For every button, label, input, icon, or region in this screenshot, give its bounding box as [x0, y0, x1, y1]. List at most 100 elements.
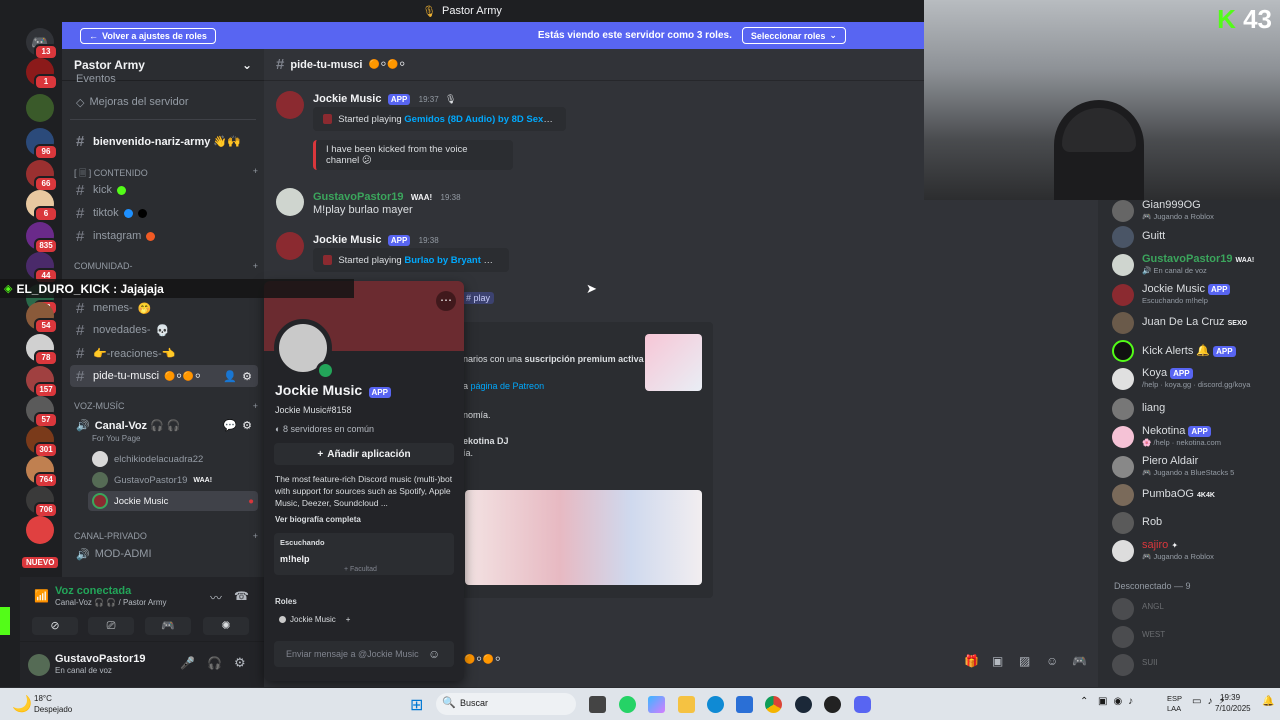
server-icon[interactable]: 66 — [26, 160, 58, 192]
member-item[interactable]: GustavoPastor19 WAA! 🔊 En canal de voz — [1112, 252, 1276, 278]
message-user-input[interactable]: Enviar mensaje a @Jockie Music ☺ — [274, 641, 454, 667]
apps-icon[interactable]: 🎮 — [1072, 654, 1087, 668]
server-icon[interactable]: 96 — [26, 128, 58, 160]
store-icon[interactable] — [736, 696, 753, 713]
gear-icon[interactable]: ⚙ — [242, 419, 252, 432]
windows-start-icon[interactable]: ⊞ — [410, 695, 423, 715]
chat-icon[interactable]: 💬 — [223, 419, 237, 432]
waveform-icon[interactable]: 〰 — [210, 589, 222, 606]
avatar[interactable] — [276, 188, 304, 216]
emoji-picker-icon[interactable]: ☺ — [428, 647, 440, 661]
add-role-icon[interactable]: + — [346, 615, 351, 624]
lang-1[interactable]: ESP — [1167, 694, 1182, 703]
select-roles-button[interactable]: Seleccionar roles ⌄ — [741, 27, 846, 44]
weather-icon[interactable]: 🌙 — [12, 694, 32, 714]
server-icon[interactable] — [26, 516, 54, 544]
avatar[interactable] — [28, 654, 50, 676]
server-icon[interactable]: 835 — [26, 222, 58, 254]
lang-2[interactable]: LAA — [1167, 704, 1181, 713]
member-item-offline[interactable]: SUII — [1112, 652, 1276, 678]
server-icon[interactable]: 54 — [26, 302, 58, 334]
gear-icon[interactable]: ⚙ — [234, 655, 246, 671]
avatar[interactable] — [276, 91, 304, 119]
channel-tiktok[interactable]: # tiktok — [70, 202, 258, 224]
file-explorer-icon[interactable] — [589, 696, 606, 713]
server-icon[interactable]: 764 — [26, 456, 58, 488]
channel-instagram[interactable]: # instagram — [70, 225, 258, 247]
discord-icon[interactable] — [854, 696, 871, 713]
server-icon[interactable]: 1 — [26, 58, 58, 90]
avatar[interactable] — [276, 232, 304, 260]
command-chip[interactable]: # play — [462, 292, 495, 304]
author-name[interactable]: Jockie Music — [313, 93, 381, 105]
tray-chevron-icon[interactable]: ⌃ — [1080, 696, 1088, 707]
gif-icon[interactable]: ▣ — [992, 654, 1003, 668]
member-item[interactable]: liang — [1112, 396, 1276, 422]
server-icon[interactable]: 301 — [26, 426, 58, 458]
channel-novedades[interactable]: # novedades- 💀 — [70, 319, 258, 341]
more-options-icon[interactable]: ⋯ — [436, 291, 456, 311]
channel-reaciones[interactable]: # 👉-reaciones-👈 — [70, 342, 258, 364]
server-icon[interactable] — [26, 94, 54, 122]
soundboard-button[interactable]: ✺ — [203, 617, 249, 635]
voice-channel-canal-voz[interactable]: 🔊 Canal-Voz 🎧 🎧 💬 ⚙ — [70, 414, 258, 436]
plus-icon[interactable]: + — [253, 531, 258, 541]
voice-user[interactable]: elchikiodelacuadra22 — [92, 449, 203, 469]
chat-input-bar[interactable]: 🟠⚪🟠⚪ 🎁 ▣ ▨ ☺ 🎮 — [462, 652, 1090, 674]
voice-user-active[interactable]: Jockie Music ● — [88, 491, 258, 511]
chrome-icon[interactable] — [765, 696, 782, 713]
folder-icon[interactable] — [678, 696, 695, 713]
member-item[interactable]: Piero Aldair 🎮 Jugando a BlueStacks 5 — [1112, 454, 1276, 480]
events-item[interactable]: Eventos — [70, 73, 258, 85]
clock-time[interactable]: 19:39 — [1220, 693, 1240, 702]
server-icon[interactable]: 6 — [26, 190, 58, 222]
member-item-offline[interactable]: WEST — [1112, 624, 1276, 650]
track-link[interactable]: Gemidos (8D Audio) by 8D Sexy Girls — [404, 114, 556, 125]
channel-pide-tu-musci[interactable]: # pide-tu-musci 🟠⚪🟠⚪ 👤 ⚙ — [70, 365, 258, 387]
member-item[interactable]: Nekotina APP 🌸 /help · nekotina.com — [1112, 424, 1276, 450]
bio-link[interactable]: Ver biografía completa — [275, 515, 361, 524]
server-icon[interactable]: 157 — [26, 366, 58, 398]
sticker-icon[interactable]: ▨ — [1019, 654, 1030, 668]
server-icon[interactable]: 78 — [26, 334, 58, 366]
taskbar-search[interactable]: 🔍 Buscar — [436, 693, 576, 715]
screen-share-button[interactable]: ⎚ — [88, 617, 134, 635]
obs-icon[interactable] — [824, 696, 841, 713]
member-item[interactable]: Juan De La Cruz SEXO — [1112, 310, 1276, 336]
member-item[interactable]: Gian999OG 🎮 Jugando a Roblox — [1112, 200, 1276, 224]
plus-icon[interactable]: + — [253, 261, 258, 271]
disconnect-icon[interactable]: ☎ — [234, 589, 249, 603]
boost-item[interactable]: ◇ Mejoras del servidor — [70, 91, 258, 113]
member-item[interactable]: sajiro ✦ 🎮 Jugando a Roblox — [1112, 538, 1276, 564]
plus-icon[interactable]: + — [253, 401, 258, 411]
voice-user[interactable]: GustavoPastor19 WAA! — [92, 470, 212, 490]
whatsapp-icon[interactable] — [619, 696, 636, 713]
member-item[interactable]: Rob — [1112, 510, 1276, 536]
mutual-servers[interactable]: ◐ 8 servidores en común — [275, 424, 374, 434]
camera-button[interactable]: ⊘ — [32, 617, 78, 635]
member-item[interactable]: Jockie Music APP Escuchando m!help — [1112, 282, 1276, 308]
notification-icon[interactable]: 🔔 — [1262, 696, 1274, 707]
home-button[interactable]: 🎮 13 — [26, 28, 58, 60]
activities-button[interactable]: 🎮 — [145, 617, 191, 635]
steam-icon[interactable] — [795, 696, 812, 713]
member-item[interactable]: Kick Alerts 🔔 APP — [1112, 338, 1276, 364]
member-item[interactable]: Guitt — [1112, 224, 1276, 250]
server-icon[interactable]: 44 — [26, 252, 58, 284]
microphone-icon[interactable]: 🎤 — [180, 656, 195, 670]
category-privado[interactable]: CANAL-PRIVADO + — [74, 531, 258, 541]
category-comunidad[interactable]: COMUNIDAD- + — [74, 261, 258, 271]
emoji-picker-icon[interactable]: ☺ — [1046, 654, 1058, 668]
server-icon[interactable]: 57 — [26, 396, 58, 428]
add-app-button[interactable]: + Añadir aplicación — [274, 443, 454, 465]
author-name[interactable]: Jockie Music — [313, 234, 381, 246]
channel-kick[interactable]: # kick — [70, 179, 258, 201]
add-member-icon[interactable]: 👤 — [223, 370, 237, 383]
server-icon[interactable]: 706 — [26, 486, 58, 518]
gear-icon[interactable]: ⚙ — [242, 370, 252, 383]
track-link[interactable]: Burlao by Bryant Myers — [404, 255, 499, 266]
clock-date[interactable]: 7/10/2025 — [1215, 704, 1251, 713]
voice-channel-mod-admi[interactable]: 🔊 MOD-ADMI — [70, 543, 258, 565]
author-name[interactable]: GustavoPastor19 — [313, 191, 403, 203]
channel-bienvenido[interactable]: # bienvenido-nariz-army 👋🙌 — [70, 130, 258, 152]
